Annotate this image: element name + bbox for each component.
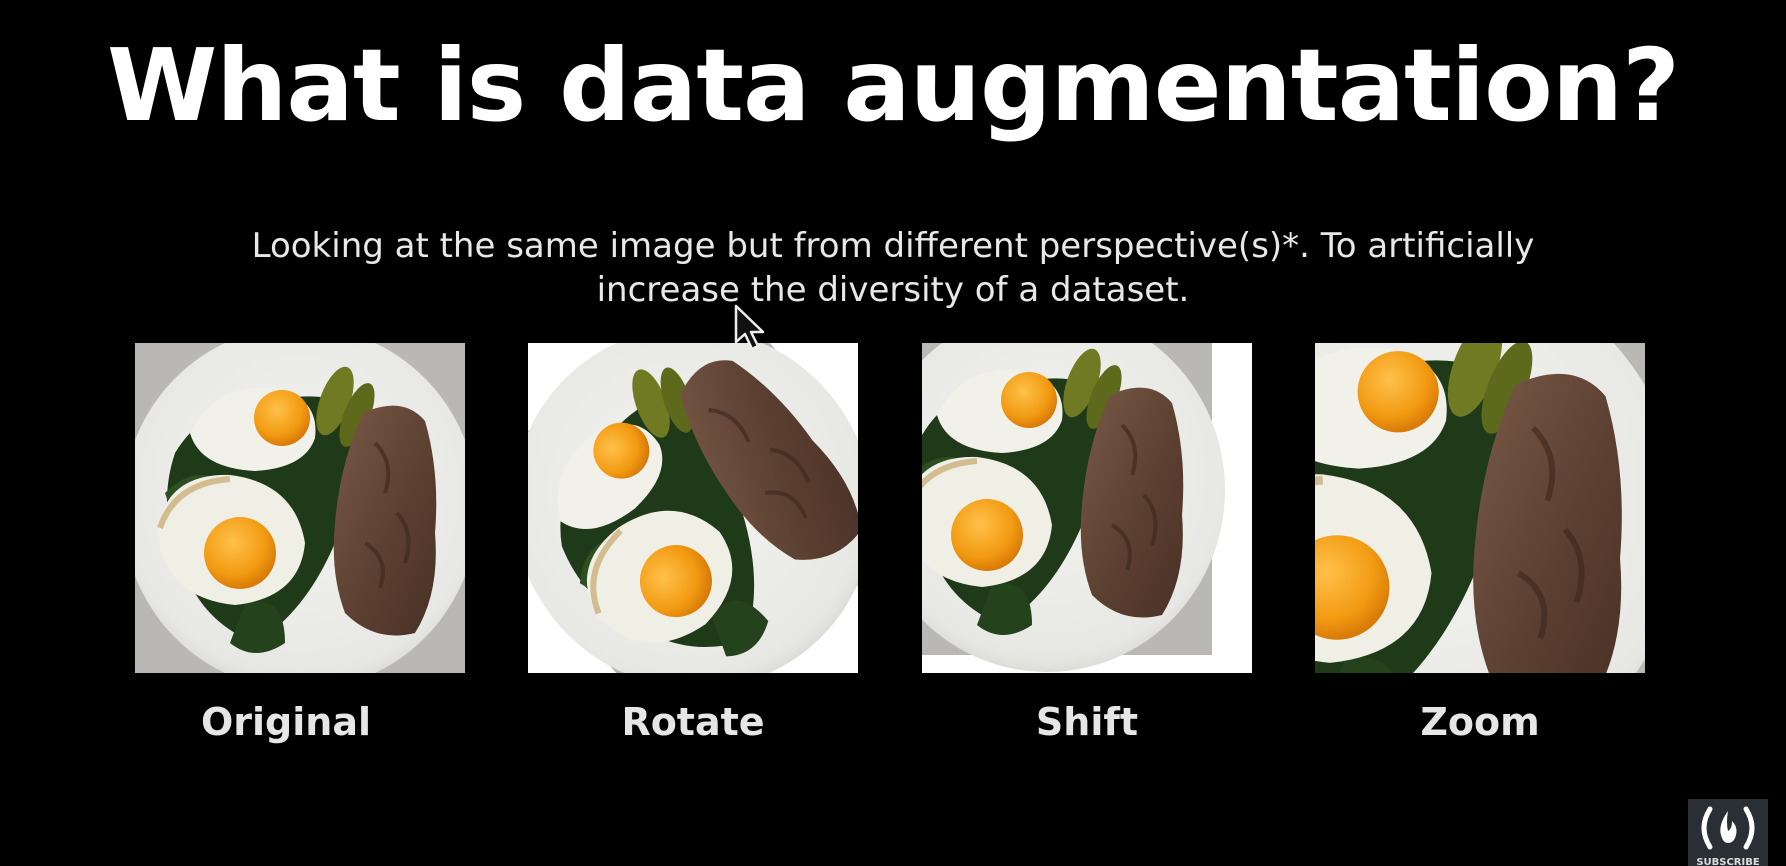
caption-original: Original [200,700,372,744]
flame-logo-icon [1701,806,1755,850]
mouse-cursor-icon [734,304,770,356]
slide-title: What is data augmentation? [106,27,1680,144]
subscribe-label[interactable]: SUBSCRIBE [1688,857,1768,866]
caption-rotate: Rotate [621,700,765,744]
image-shift [922,343,1252,673]
image-rotate [528,343,858,673]
image-zoom [1315,343,1645,673]
caption-shift: Shift [1035,700,1139,744]
image-original [135,343,465,673]
slide-subtitle: Looking at the same image but from diffe… [251,226,1535,310]
caption-zoom: Zoom [1420,700,1540,744]
channel-watermark[interactable]: SUBSCRIBE [1688,799,1768,866]
